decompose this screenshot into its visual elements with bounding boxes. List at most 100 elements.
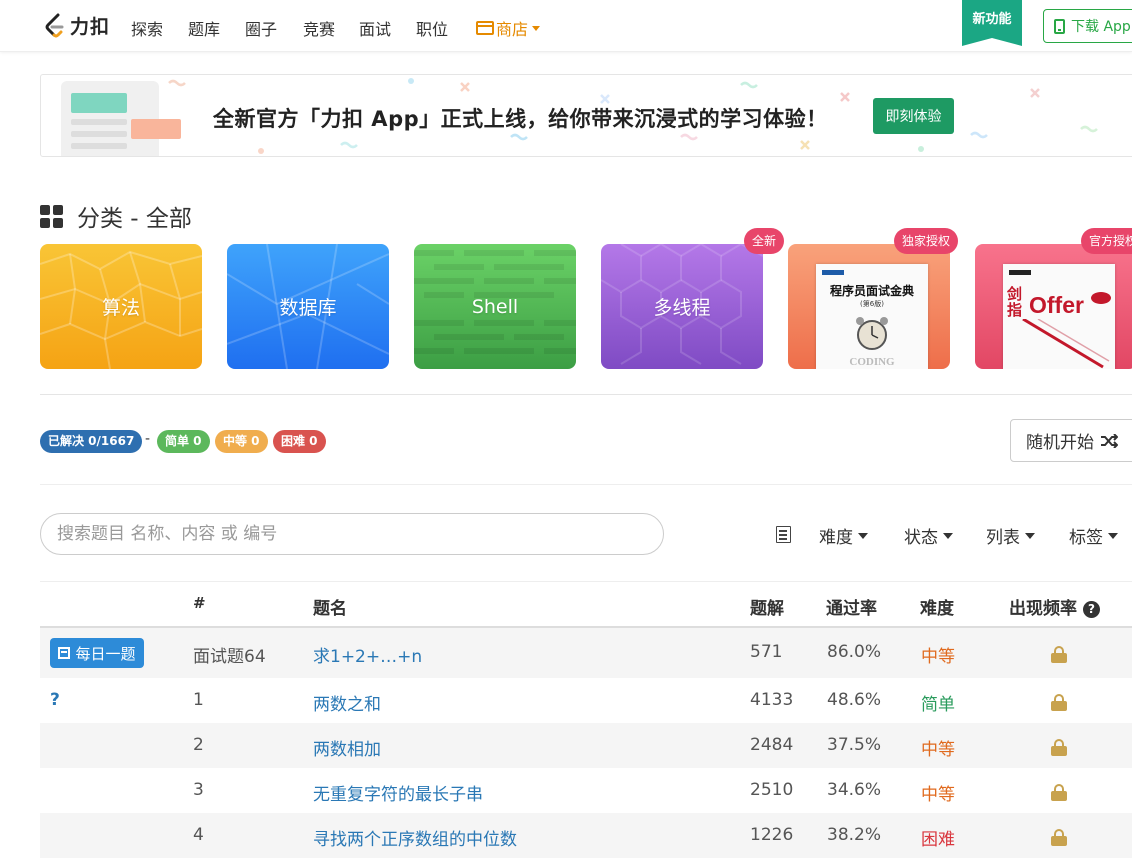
- offer-wordmark: Offer: [1029, 292, 1084, 318]
- book-graphic: [1022, 319, 1110, 369]
- help-icon[interactable]: ?: [1083, 601, 1100, 618]
- category-card-database[interactable]: 数据库: [227, 244, 389, 369]
- tag-filter-label: 标签: [1069, 528, 1103, 548]
- chevron-down-icon: [1025, 532, 1035, 539]
- column-header-number[interactable]: #: [193, 594, 206, 612]
- category-label: 多线程: [653, 297, 711, 319]
- category-card-algorithms[interactable]: 算法: [40, 244, 202, 369]
- chevron-down-icon: [532, 25, 541, 31]
- table-row: 每日一题 面试题64 求1+2+…+n 571 86.0% 中等: [40, 628, 1132, 678]
- nav-problems[interactable]: 题库: [188, 16, 220, 40]
- question-mark-icon: ?: [50, 690, 60, 710]
- difficulty-filter[interactable]: 难度: [819, 523, 868, 548]
- category-card-cracking-coding-interview[interactable]: 程序员面试金典 (第6版) CODING: [788, 244, 950, 369]
- problem-search-input[interactable]: [40, 513, 664, 555]
- difficulty-label: 中等: [921, 785, 955, 805]
- problem-title-link[interactable]: 两数相加: [313, 735, 381, 760]
- problem-title-link[interactable]: 寻找两个正序数组的中位数: [313, 825, 517, 850]
- category-label: 算法: [101, 297, 140, 319]
- medium-count-badge: 中等 0: [215, 430, 268, 453]
- problem-title-link[interactable]: 两数之和: [313, 690, 381, 715]
- difficulty-label: 中等: [921, 647, 955, 667]
- alarm-clock-icon: CODING: [849, 317, 895, 368]
- category-heading: 分类 - 全部: [40, 199, 192, 233]
- acceptance-rate: 37.5%: [827, 735, 882, 755]
- new-tag: 全新: [744, 228, 785, 254]
- calendar-icon: [58, 647, 71, 659]
- phone-icon: [1054, 18, 1065, 34]
- difficulty-label: 困难: [921, 830, 955, 850]
- solution-count[interactable]: 2484: [750, 735, 793, 755]
- store-icon: [476, 21, 494, 35]
- logo-text: 力扣: [70, 16, 111, 38]
- column-header-frequency[interactable]: 出现频率?: [1009, 594, 1100, 619]
- logo[interactable]: 力扣: [44, 12, 110, 39]
- solution-count[interactable]: 1226: [750, 825, 793, 845]
- list-filter-label: 列表: [986, 528, 1020, 548]
- top-nav: 力扣 探索 题库 圈子 竞赛 面试 职位 商店 新功能 下载 App: [0, 0, 1132, 52]
- leetcode-logo-icon: [45, 13, 64, 37]
- lock-icon[interactable]: [1051, 739, 1067, 756]
- shuffle-icon: [1101, 433, 1118, 448]
- nav-explore[interactable]: 探索: [131, 16, 163, 40]
- nav-store-label: 商店: [496, 20, 529, 39]
- hard-count-badge: 困难 0: [273, 430, 326, 453]
- table-row: ? 1 两数之和 4133 48.6% 简单: [40, 678, 1132, 723]
- solution-count[interactable]: 4133: [750, 690, 793, 710]
- random-pick-label: 随机开始: [1026, 433, 1094, 453]
- svg-text:CODING: CODING: [849, 356, 895, 368]
- lock-icon[interactable]: [1051, 829, 1067, 846]
- book-cover: 程序员面试金典 (第6版) CODING: [816, 264, 928, 369]
- column-header-solutions[interactable]: 题解: [750, 594, 784, 619]
- random-pick-button[interactable]: 随机开始: [1010, 419, 1132, 462]
- nav-jobs[interactable]: 职位: [416, 16, 448, 40]
- status-filter[interactable]: 状态: [904, 523, 953, 548]
- lock-icon[interactable]: [1051, 784, 1067, 801]
- book-subtitle: (第6版): [860, 300, 884, 308]
- banner-message: 全新官方「力扣 App」正式上线，给你带来沉浸式的学习体验！: [213, 107, 828, 131]
- easy-count-badge: 简单 0: [157, 430, 210, 453]
- try-now-button[interactable]: 即刻体验: [873, 98, 954, 134]
- category-card-concurrency[interactable]: 多线程: [601, 244, 763, 369]
- grid-icon: [40, 204, 63, 228]
- difficulty-filter-label: 难度: [819, 528, 853, 548]
- problem-number: 4: [193, 825, 204, 845]
- tag-filter[interactable]: 标签: [1069, 523, 1118, 548]
- category-title: 分类 - 全部: [77, 206, 192, 232]
- daily-challenge-label: 每日一题: [75, 644, 136, 663]
- category-label: 数据库: [279, 297, 337, 319]
- solution-count[interactable]: 571: [750, 642, 782, 662]
- problem-title-link[interactable]: 求1+2+…+n: [313, 642, 422, 667]
- daily-challenge-button[interactable]: 每日一题: [50, 638, 144, 668]
- nav-circle[interactable]: 圈子: [245, 16, 277, 40]
- download-app-button[interactable]: 下载 App: [1043, 9, 1132, 43]
- problem-title-link[interactable]: 无重复字符的最长子串: [313, 780, 483, 805]
- problem-number: 3: [193, 780, 204, 800]
- official-license-tag: 官方授权: [1081, 228, 1132, 254]
- column-header-title[interactable]: 题名: [313, 594, 347, 619]
- edition-stamp: [1091, 292, 1111, 304]
- category-card-jianzhi-offer[interactable]: 剑指 Offer: [975, 244, 1132, 369]
- category-card-shell[interactable]: Shell: [414, 244, 576, 369]
- document-icon[interactable]: [776, 526, 791, 543]
- nav-store[interactable]: 商店: [476, 16, 541, 40]
- solved-badge: 已解决 0/1667: [40, 430, 143, 453]
- exclusive-license-tag: 独家授权: [894, 228, 959, 254]
- problem-number: 2: [193, 735, 204, 755]
- solution-count[interactable]: 2510: [750, 780, 793, 800]
- nav-contest[interactable]: 竞赛: [303, 16, 335, 40]
- app-promo-banner[interactable]: 全新官方「力扣 App」正式上线，给你带来沉浸式的学习体验！ 即刻体验: [40, 74, 1132, 157]
- problem-number: 面试题64: [193, 647, 266, 667]
- list-filter[interactable]: 列表: [986, 523, 1035, 548]
- table-top-border: [40, 581, 1132, 582]
- column-header-difficulty[interactable]: 难度: [920, 594, 954, 619]
- divider: [40, 484, 1132, 485]
- column-header-acceptance[interactable]: 通过率: [826, 594, 877, 619]
- lock-icon[interactable]: [1051, 646, 1067, 663]
- book-title: 程序员面试金典: [829, 284, 914, 298]
- new-feature-ribbon[interactable]: 新功能: [962, 0, 1022, 46]
- table-row: 3 无重复字符的最长子串 2510 34.6% 中等: [40, 768, 1132, 813]
- lock-icon[interactable]: [1051, 694, 1067, 711]
- nav-interview[interactable]: 面试: [359, 16, 391, 40]
- book-cover: 剑指 Offer: [1003, 264, 1115, 369]
